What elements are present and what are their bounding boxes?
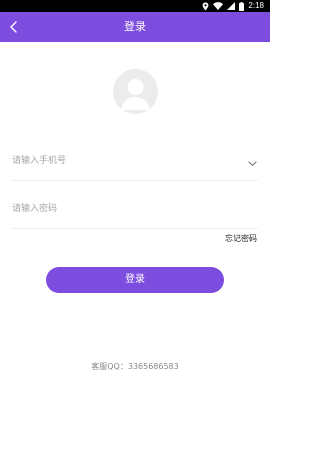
status-bar: 2:18 bbox=[0, 0, 270, 12]
forgot-password-link[interactable]: 忘记密码 bbox=[225, 233, 257, 244]
battery-icon bbox=[239, 1, 245, 11]
default-avatar-icon bbox=[113, 69, 158, 114]
signal-icon bbox=[227, 2, 236, 10]
chevron-down-icon bbox=[247, 152, 257, 171]
login-button[interactable]: 登录 bbox=[46, 267, 224, 293]
password-field bbox=[12, 190, 258, 229]
phone-field bbox=[12, 142, 258, 181]
password-input[interactable] bbox=[12, 190, 232, 228]
phone-input[interactable] bbox=[12, 142, 232, 180]
customer-service-qq: 客服QQ：3365686583 bbox=[91, 362, 179, 371]
status-icons: 2:18 bbox=[202, 0, 264, 12]
status-time: 2:18 bbox=[248, 1, 264, 10]
avatar[interactable] bbox=[113, 69, 158, 114]
account-dropdown-button[interactable] bbox=[246, 155, 258, 167]
app-bar: 登录 bbox=[0, 12, 270, 42]
location-icon bbox=[202, 2, 209, 11]
wifi-icon bbox=[213, 2, 224, 10]
page-title: 登录 bbox=[124, 20, 146, 33]
